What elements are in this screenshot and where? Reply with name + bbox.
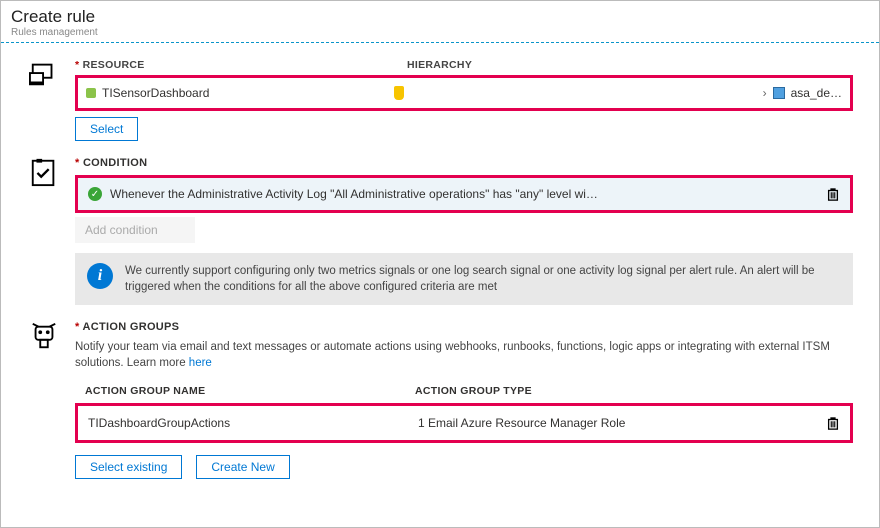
dashboard-icon [86,88,96,98]
condition-info-text: We currently support configuring only tw… [125,263,841,295]
section-resource: RESOURCE HIERARCHY TISensorDashboard › a… [1,43,879,141]
resource-type-icon [773,87,785,99]
select-resource-button[interactable]: Select [75,117,138,141]
condition-text: Whenever the Administrative Activity Log… [110,187,598,201]
condition-info-box: i We currently support configuring only … [75,253,853,305]
condition-section-icon [27,157,61,305]
section-condition: CONDITION ✓ Whenever the Administrative … [1,141,879,305]
condition-label: CONDITION [75,157,853,169]
condition-row-highlight: ✓ Whenever the Administrative Activity L… [75,175,853,213]
action-group-name-header: ACTION GROUP NAME [85,385,415,397]
select-existing-button[interactable]: Select existing [75,455,182,479]
action-groups-label: ACTION GROUPS [75,321,853,333]
section-action-groups: ACTION GROUPS Notify your team via email… [1,305,879,479]
check-icon: ✓ [88,187,102,201]
action-group-type-header: ACTION GROUP TYPE [415,385,532,397]
create-new-button[interactable]: Create New [196,455,289,479]
add-condition-button[interactable]: Add condition [75,217,195,243]
page-subtitle: Rules management [11,27,869,38]
blade-header: Create rule Rules management [1,1,879,43]
delete-action-group-icon[interactable] [826,416,840,430]
action-group-row-highlight: TIDashboardGroupActions 1 Email Azure Re… [75,403,853,443]
action-group-headers: ACTION GROUP NAME ACTION GROUP TYPE [75,381,853,403]
action-group-row[interactable]: TIDashboardGroupActions 1 Email Azure Re… [78,406,850,440]
hierarchy-item: asa_de… [791,86,842,100]
action-group-type: 1 Email Azure Resource Manager Role [418,416,625,430]
key-icon [394,86,404,100]
resource-row-highlight: TISensorDashboard › asa_de… [75,75,853,111]
page-title: Create rule [11,7,869,27]
info-icon: i [87,263,113,289]
resource-row[interactable]: TISensorDashboard › asa_de… [78,78,850,108]
action-groups-description: Notify your team via email and text mess… [75,339,853,371]
action-group-name: TIDashboardGroupActions [88,416,418,430]
learn-more-link[interactable]: here [189,357,212,369]
hierarchy-label: HIERARCHY [407,59,472,71]
chevron-right-icon: › [763,86,767,100]
resource-section-icon [27,59,61,141]
condition-row[interactable]: ✓ Whenever the Administrative Activity L… [78,178,850,210]
delete-condition-icon[interactable] [826,187,840,201]
resource-name: TISensorDashboard [102,86,209,100]
resource-label: RESOURCE [75,59,407,71]
action-groups-section-icon [27,321,61,479]
